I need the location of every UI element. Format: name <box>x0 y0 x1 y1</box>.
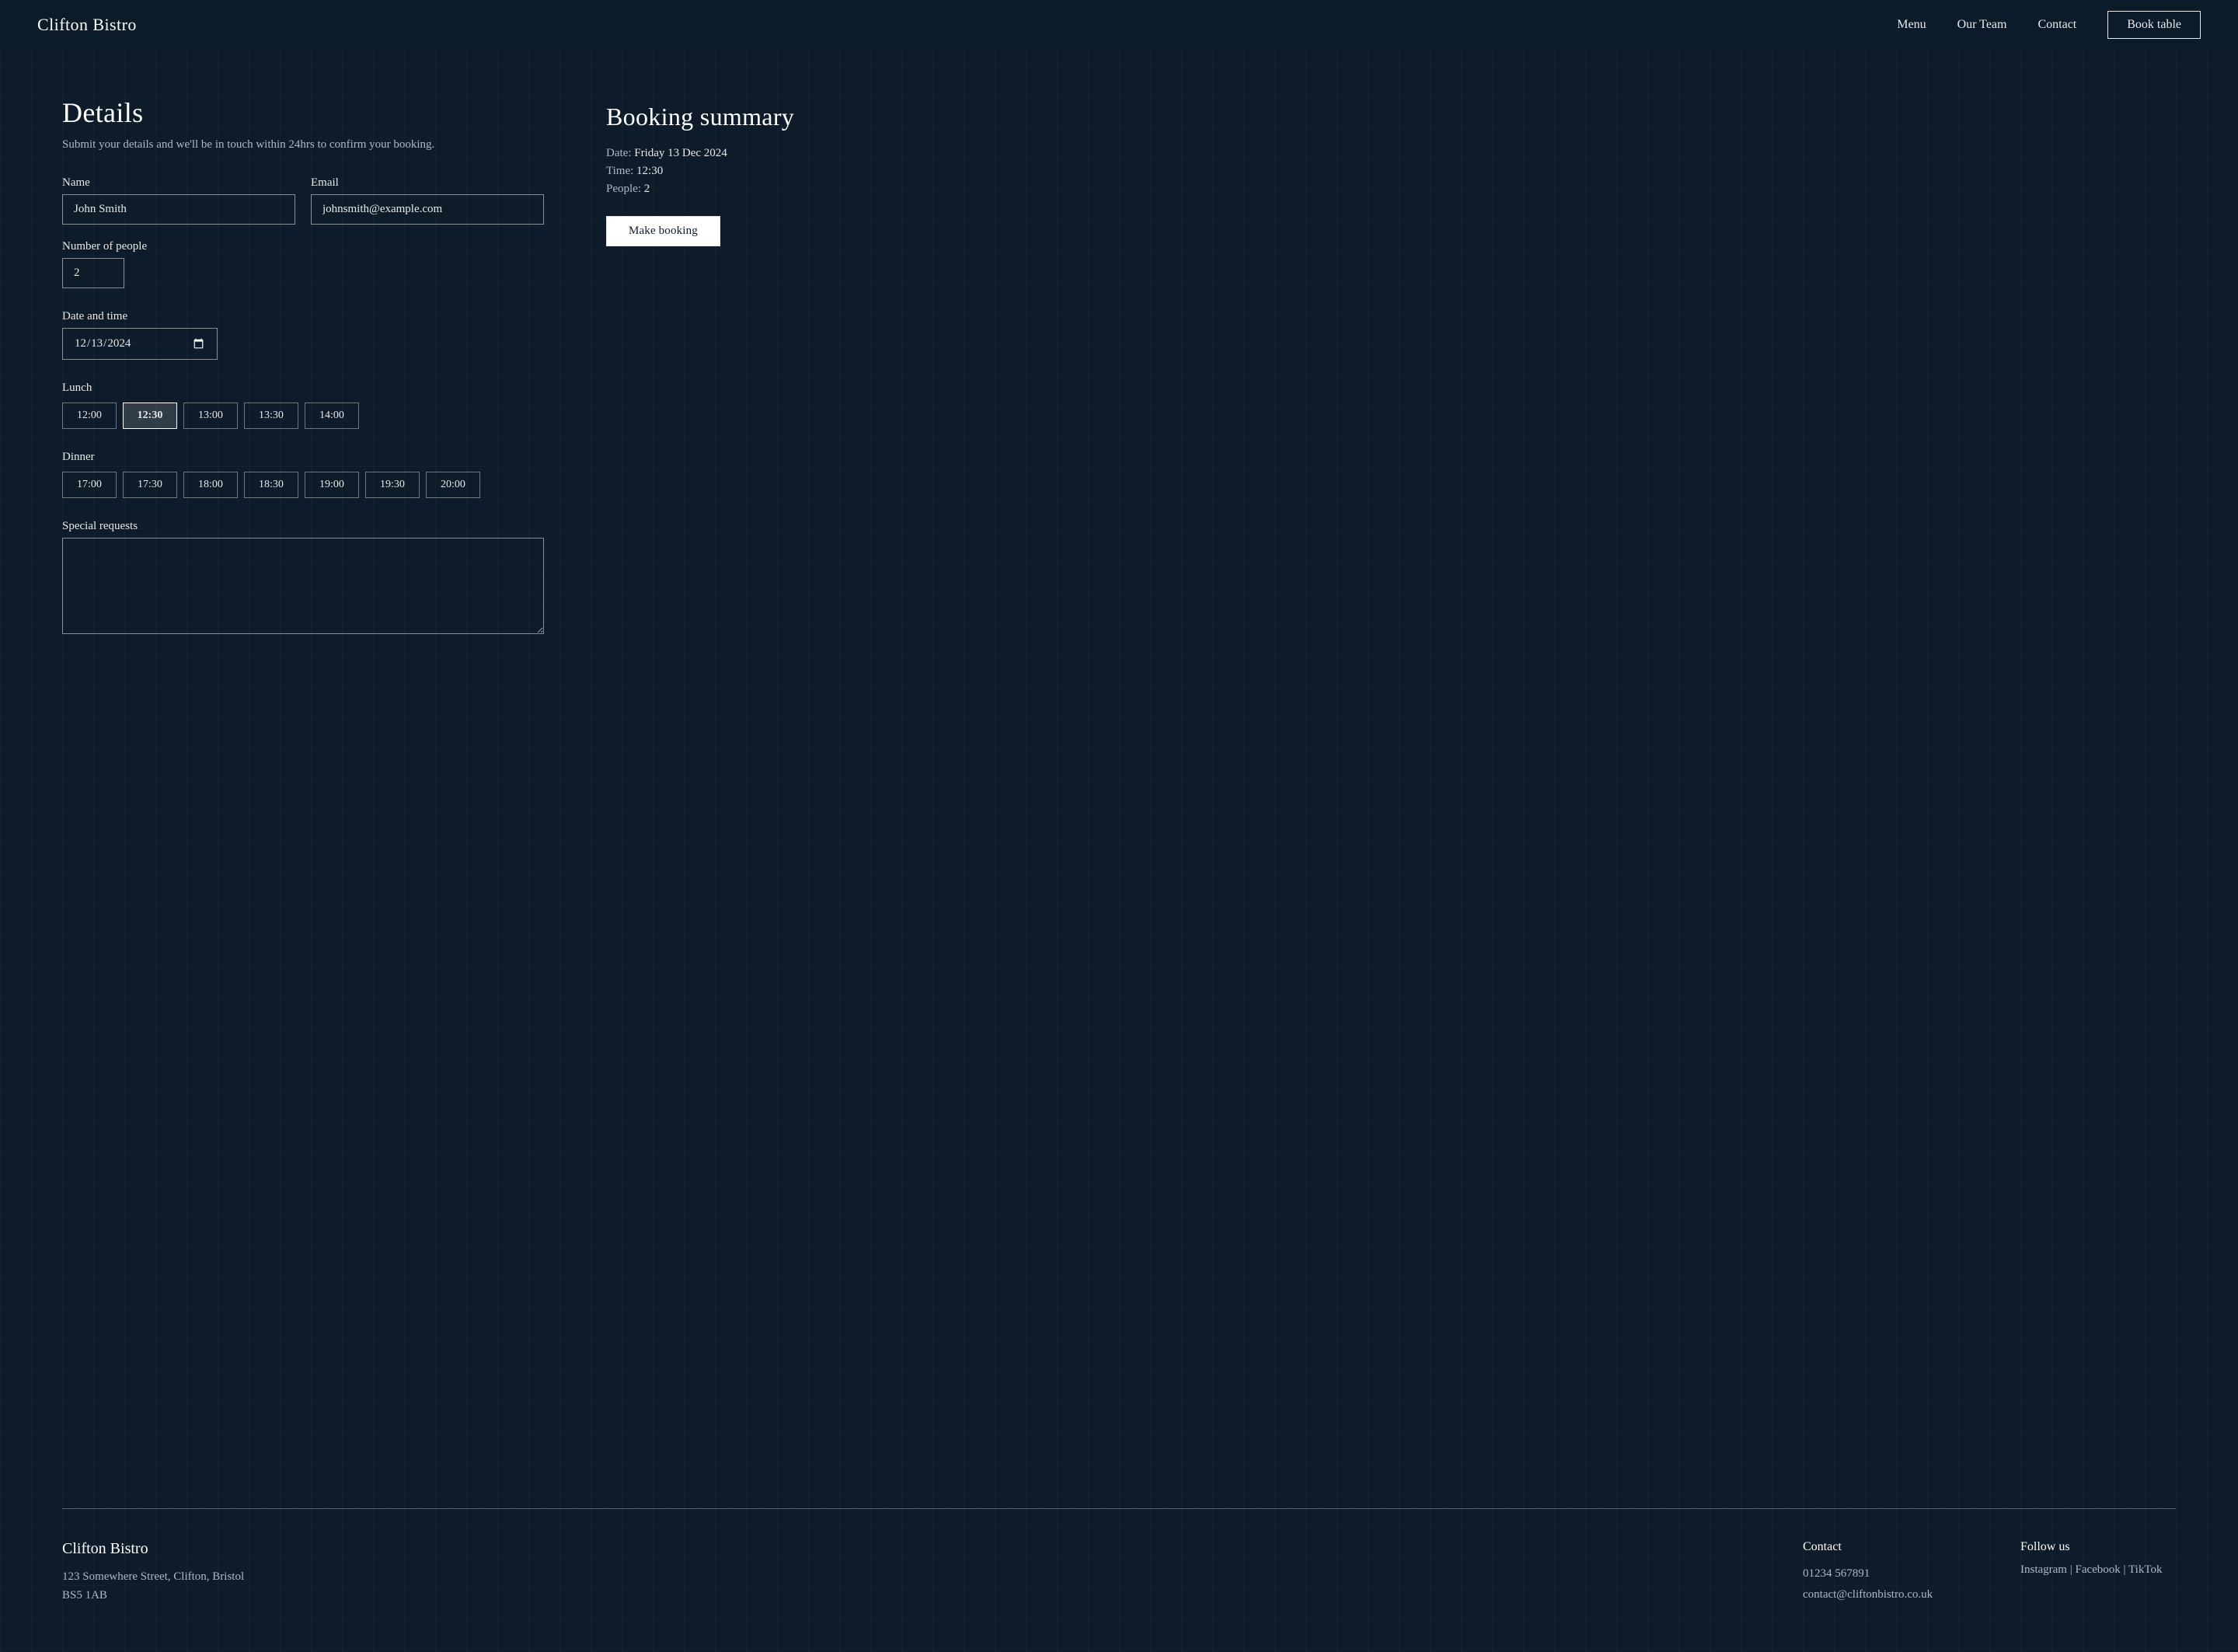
email-input[interactable] <box>311 194 544 225</box>
nav-book-button[interactable]: Book table <box>2107 11 2201 39</box>
name-email-row: Name Email <box>62 176 544 225</box>
lunch-slot-1330[interactable]: 13:30 <box>244 403 298 429</box>
footer-follow-section: Follow us Instagram | Facebook | TikTok <box>2020 1540 2176 1577</box>
lunch-time-slots: 12:00 12:30 13:00 13:30 14:00 <box>62 403 544 429</box>
footer-brand: Clifton Bistro 123 Somewhere Street, Cli… <box>62 1540 1741 1605</box>
details-section: Details Submit your details and we'll be… <box>62 96 544 634</box>
people-group: Number of people <box>62 240 544 288</box>
name-group: Name <box>62 176 295 225</box>
footer: Clifton Bistro 123 Somewhere Street, Cli… <box>0 1508 2238 1652</box>
date-input[interactable] <box>62 328 218 360</box>
lunch-slot-1300[interactable]: 13:00 <box>183 403 238 429</box>
details-title: Details <box>62 96 544 129</box>
footer-address-line2: BS5 1AB <box>62 1589 107 1601</box>
main-content: Details Submit your details and we'll be… <box>0 50 1088 681</box>
footer-logo: Clifton Bistro <box>62 1540 1741 1558</box>
special-requests-group: Special requests <box>62 520 544 634</box>
footer-contact-section: Contact 01234 567891 contact@cliftonbist… <box>1803 1540 1958 1605</box>
dinner-slot-1830[interactable]: 18:30 <box>244 472 298 498</box>
dinner-slot-1730[interactable]: 17:30 <box>123 472 177 498</box>
people-label: Number of people <box>62 240 544 253</box>
footer-address-line1: 123 Somewhere Street, Clifton, Bristol <box>62 1570 244 1583</box>
people-input[interactable] <box>62 258 124 288</box>
email-group: Email <box>311 176 544 225</box>
details-subtitle: Submit your details and we'll be in touc… <box>62 138 544 152</box>
name-input[interactable] <box>62 194 295 225</box>
date-label: Date and time <box>62 310 544 323</box>
nav-menu-link[interactable]: Menu <box>1897 18 1926 32</box>
nav-logo[interactable]: Clifton Bistro <box>37 15 137 35</box>
footer-social-links: Instagram | Facebook | TikTok <box>2020 1563 2176 1577</box>
dinner-slot-1900[interactable]: 19:00 <box>305 472 359 498</box>
lunch-slot-1200[interactable]: 12:00 <box>62 403 117 429</box>
nav-contact-link[interactable]: Contact <box>2038 18 2076 32</box>
footer-email: contact@cliftonbistro.co.uk <box>1803 1584 1958 1605</box>
summary-date-label: Date: <box>606 147 631 159</box>
navbar: Clifton Bistro Menu Our Team Contact Boo… <box>0 0 2238 50</box>
date-group: Date and time <box>62 310 544 360</box>
footer-follow-title: Follow us <box>2020 1540 2176 1554</box>
footer-address: 123 Somewhere Street, Clifton, Bristol B… <box>62 1567 1741 1605</box>
name-label: Name <box>62 176 295 190</box>
dinner-slot-2000[interactable]: 20:00 <box>426 472 480 498</box>
lunch-section: Lunch 12:00 12:30 13:00 13:30 14:00 <box>62 382 544 429</box>
dinner-slot-1930[interactable]: 19:30 <box>365 472 420 498</box>
summary-date-value: Friday 13 Dec 2024 <box>634 147 727 159</box>
dinner-label: Dinner <box>62 451 544 464</box>
nav-links: Menu Our Team Contact Book table <box>1897 11 2201 39</box>
footer-content: Clifton Bistro 123 Somewhere Street, Cli… <box>62 1540 2176 1605</box>
footer-divider <box>62 1508 2176 1509</box>
dinner-section: Dinner 17:00 17:30 18:00 18:30 19:00 19:… <box>62 451 544 498</box>
email-label: Email <box>311 176 544 190</box>
dinner-slot-1800[interactable]: 18:00 <box>183 472 238 498</box>
summary-people-label: People: <box>606 183 641 195</box>
summary-date: Date: Friday 13 Dec 2024 <box>606 147 870 160</box>
summary-people: People: 2 <box>606 183 870 196</box>
make-booking-button[interactable]: Make booking <box>606 216 720 246</box>
nav-team-link[interactable]: Our Team <box>1957 18 2007 32</box>
summary-people-value: 2 <box>644 183 650 195</box>
special-label: Special requests <box>62 520 544 533</box>
footer-phone: 01234 567891 <box>1803 1563 1958 1584</box>
dinner-time-slots: 17:00 17:30 18:00 18:30 19:00 19:30 20:0… <box>62 472 544 498</box>
summary-time-label: Time: <box>606 165 633 177</box>
lunch-slot-1230[interactable]: 12:30 <box>123 403 177 429</box>
summary-title: Booking summary <box>606 103 870 131</box>
special-requests-input[interactable] <box>62 538 544 634</box>
footer-contact-title: Contact <box>1803 1540 1958 1554</box>
lunch-label: Lunch <box>62 382 544 395</box>
booking-summary: Booking summary Date: Friday 13 Dec 2024… <box>606 96 870 634</box>
lunch-slot-1400[interactable]: 14:00 <box>305 403 359 429</box>
summary-time-value: 12:30 <box>636 165 663 177</box>
dinner-slot-1700[interactable]: 17:00 <box>62 472 117 498</box>
datetime-section: Date and time <box>62 310 544 360</box>
summary-time: Time: 12:30 <box>606 165 870 178</box>
